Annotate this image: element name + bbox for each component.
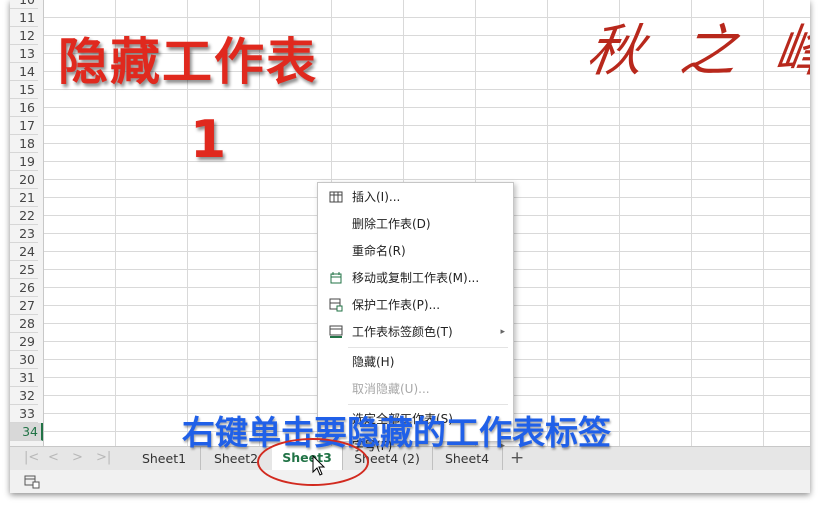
overlay-caption: 右键单击要隐藏的工作表标签	[182, 413, 611, 452]
row-number[interactable]: 19	[10, 153, 38, 171]
row-number[interactable]: 20	[10, 171, 38, 189]
menu-item[interactable]: 保护工作表(P)...	[318, 292, 513, 319]
prev-sheet-icon[interactable]: <	[48, 450, 59, 465]
menu-item-label: 插入(I)...	[352, 190, 401, 204]
menu-item: 取消隐藏(U)...	[318, 376, 513, 403]
menu-item[interactable]: 插入(I)...	[318, 184, 513, 211]
protect-sheet-icon	[329, 298, 343, 312]
row-number[interactable]: 17	[10, 117, 38, 135]
menu-item-label: 隐藏(H)	[352, 355, 395, 369]
mouse-cursor-icon	[312, 455, 326, 476]
brand-signature: 秋 之 峰	[582, 19, 810, 84]
row-number[interactable]: 14	[10, 63, 38, 81]
row-number[interactable]: 25	[10, 261, 38, 279]
menu-item-label: 移动或复制工作表(M)...	[352, 271, 480, 285]
overlay-number: 1	[190, 110, 227, 170]
insert-table-icon	[329, 191, 343, 203]
menu-item-label: 重命名(R)	[352, 244, 406, 258]
menu-item-label: 保护工作表(P)...	[352, 298, 441, 312]
move-copy-icon	[330, 272, 342, 284]
last-sheet-icon[interactable]: >|	[96, 450, 111, 465]
context-menu: 插入(I)... 删除工作表(D) 重命名(R) 移动或复制工作表(M)... 保护工作…	[317, 182, 514, 453]
row-number[interactable]: 33	[10, 405, 38, 423]
menu-item[interactable]: 重命名(R)	[318, 238, 513, 265]
excel-window: 1011121314151617181920212223242526272829…	[10, 0, 810, 493]
row-number[interactable]: 16	[10, 99, 38, 117]
row-number[interactable]: 30	[10, 351, 38, 369]
menu-separator	[348, 347, 508, 348]
menu-item[interactable]: 删除工作表(D)	[318, 211, 513, 238]
menu-item-label: 删除工作表(D)	[352, 217, 431, 231]
menu-item-label: 取消隐藏(U)...	[352, 382, 430, 396]
macro-record-icon[interactable]	[24, 475, 40, 489]
row-number[interactable]: 32	[10, 387, 38, 405]
row-number[interactable]: 18	[10, 135, 38, 153]
overlay-title: 隐藏工作表	[58, 33, 318, 91]
tab-color-icon	[329, 325, 343, 338]
menu-item[interactable]: 隐藏(H)	[318, 349, 513, 376]
menu-item[interactable]: 工作表标签颜色(T) ▸	[318, 319, 513, 346]
row-number[interactable]: 28	[10, 315, 38, 333]
row-number[interactable]: 11	[10, 9, 38, 27]
row-number[interactable]: 34	[10, 423, 43, 441]
row-number[interactable]: 26	[10, 279, 38, 297]
row-number[interactable]: 27	[10, 297, 38, 315]
next-sheet-icon[interactable]: >	[72, 450, 83, 465]
row-number[interactable]: 31	[10, 369, 38, 387]
row-number[interactable]: 29	[10, 333, 38, 351]
status-bar	[10, 470, 810, 493]
submenu-arrow-icon: ▸	[500, 327, 505, 337]
row-number[interactable]: 24	[10, 243, 38, 261]
row-number[interactable]: 13	[10, 45, 38, 63]
row-number[interactable]: 15	[10, 81, 38, 99]
row-number[interactable]: 21	[10, 189, 38, 207]
first-sheet-icon[interactable]: |<	[24, 450, 39, 465]
row-number[interactable]: 12	[10, 27, 38, 45]
row-number[interactable]: 23	[10, 225, 38, 243]
row-number[interactable]: 22	[10, 207, 38, 225]
row-number[interactable]: 10	[10, 0, 38, 9]
menu-item[interactable]: 移动或复制工作表(M)...	[318, 265, 513, 292]
menu-item-label: 工作表标签颜色(T)	[352, 325, 453, 339]
row-header: 1011121314151617181920212223242526272829…	[10, 0, 44, 446]
menu-separator	[348, 404, 508, 405]
